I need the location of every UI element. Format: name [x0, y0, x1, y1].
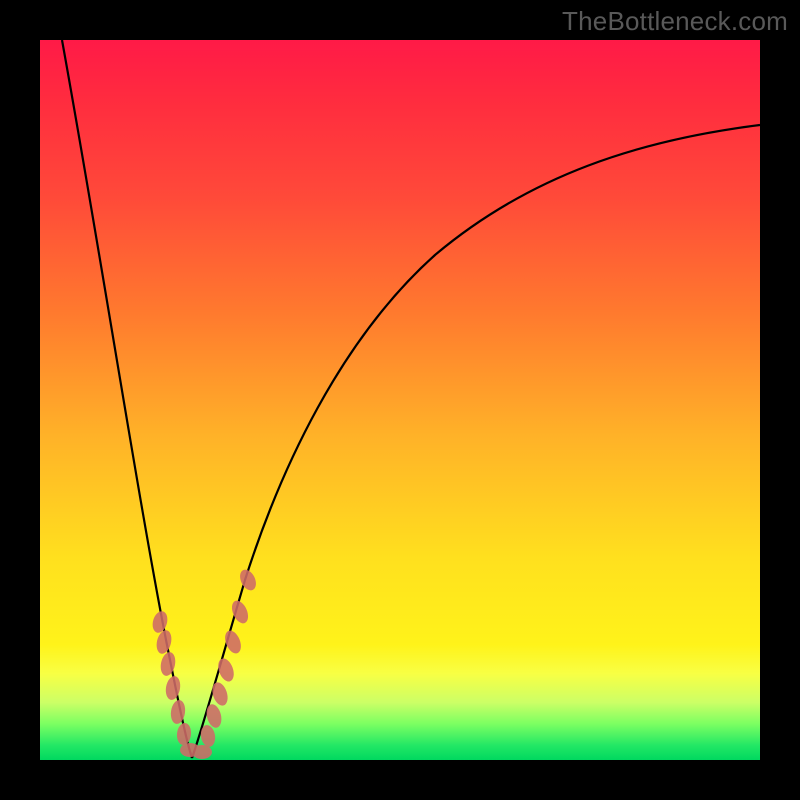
curve-left-branch [62, 40, 192, 758]
curve-right-branch [192, 125, 760, 758]
chart-frame: TheBottleneck.com [0, 0, 800, 800]
curve-layer [40, 40, 760, 760]
marker-cluster [150, 567, 259, 759]
site-watermark: TheBottleneck.com [562, 6, 788, 37]
plot-area [40, 40, 760, 760]
